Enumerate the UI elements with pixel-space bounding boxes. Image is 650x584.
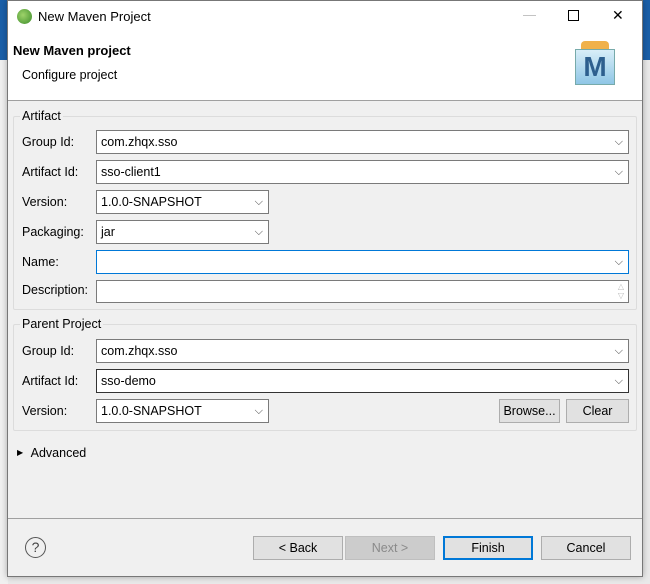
window-title: New Maven Project <box>38 9 151 24</box>
parent-version-value: 1.0.0-SNAPSHOT <box>101 404 202 418</box>
close-button[interactable]: ✕ <box>612 7 624 24</box>
minimize-button[interactable]: — <box>523 7 536 22</box>
artifact-id-value: sso-client1 <box>101 165 161 179</box>
parent-version-label: Version: <box>22 404 68 418</box>
chevron-down-icon[interactable]: ⌵ <box>255 191 263 213</box>
chevron-down-icon[interactable]: ⌵ <box>255 221 263 243</box>
scroll-arrows-icon[interactable]: △ ▽ <box>618 282 624 300</box>
parent-artifact-id-label: Artifact Id: <box>22 374 79 388</box>
group-id-combo[interactable]: com.zhqx.sso ⌵ <box>96 130 629 154</box>
chevron-down-icon[interactable]: ⌵ <box>615 251 623 273</box>
triangle-right-icon: ▶ <box>17 448 24 457</box>
description-label: Description: <box>22 283 88 297</box>
name-combo[interactable]: ⌵ <box>96 250 629 274</box>
chevron-down-icon[interactable]: ⌵ <box>615 370 623 392</box>
chevron-down-icon[interactable]: ⌵ <box>255 400 263 422</box>
clear-button[interactable]: Clear <box>566 399 629 423</box>
help-button[interactable]: ? <box>25 537 46 558</box>
page-subtitle: Configure project <box>22 68 118 82</box>
version-label: Version: <box>22 195 68 209</box>
packaging-label: Packaging: <box>22 225 84 239</box>
title-bar: New Maven Project — ✕ <box>8 1 642 33</box>
browse-button[interactable]: Browse... <box>499 399 560 423</box>
packaging-combo[interactable]: jar ⌵ <box>96 220 269 244</box>
next-button[interactable]: Next > <box>345 536 435 560</box>
back-button[interactable]: < Back <box>253 536 343 560</box>
artifact-legend: Artifact <box>20 109 63 123</box>
wizard-header: New Maven project Configure project M <box>8 33 642 101</box>
maximize-button[interactable] <box>568 10 579 21</box>
version-value: 1.0.0-SNAPSHOT <box>101 195 202 209</box>
name-label: Name: <box>22 255 59 269</box>
description-textarea[interactable]: △ ▽ <box>96 280 629 303</box>
artifact-id-label: Artifact Id: <box>22 165 79 179</box>
advanced-toggle[interactable]: ▶ Advanced <box>17 446 86 460</box>
artifact-id-combo[interactable]: sso-client1 ⌵ <box>96 160 629 184</box>
help-icon: ? <box>31 539 40 555</box>
chevron-down-icon[interactable]: ⌵ <box>615 161 623 183</box>
page-title: New Maven project <box>13 43 131 58</box>
parent-artifact-id-value: sso-demo <box>101 374 156 388</box>
version-combo[interactable]: 1.0.0-SNAPSHOT ⌵ <box>96 190 269 214</box>
app-icon <box>17 9 32 24</box>
chevron-down-icon[interactable]: ⌵ <box>615 340 623 362</box>
parent-project-legend: Parent Project <box>20 317 104 331</box>
chevron-down-icon[interactable]: ⌵ <box>615 131 623 153</box>
advanced-label: Advanced <box>30 446 87 460</box>
parent-group-id-combo[interactable]: com.zhqx.sso ⌵ <box>96 339 629 363</box>
parent-version-combo[interactable]: 1.0.0-SNAPSHOT ⌵ <box>96 399 269 423</box>
parent-artifact-id-combo[interactable]: sso-demo ⌵ <box>96 369 629 393</box>
packaging-value: jar <box>101 225 115 239</box>
footer-separator <box>8 518 642 519</box>
group-id-value: com.zhqx.sso <box>101 135 178 149</box>
cancel-button[interactable]: Cancel <box>541 536 631 560</box>
parent-group-id-label: Group Id: <box>22 344 75 358</box>
group-id-label: Group Id: <box>22 135 75 149</box>
maven-logo-icon: M <box>575 41 617 85</box>
finish-button[interactable]: Finish <box>443 536 533 560</box>
parent-group-id-value: com.zhqx.sso <box>101 344 178 358</box>
new-maven-project-dialog: New Maven Project — ✕ New Maven project … <box>7 0 643 577</box>
